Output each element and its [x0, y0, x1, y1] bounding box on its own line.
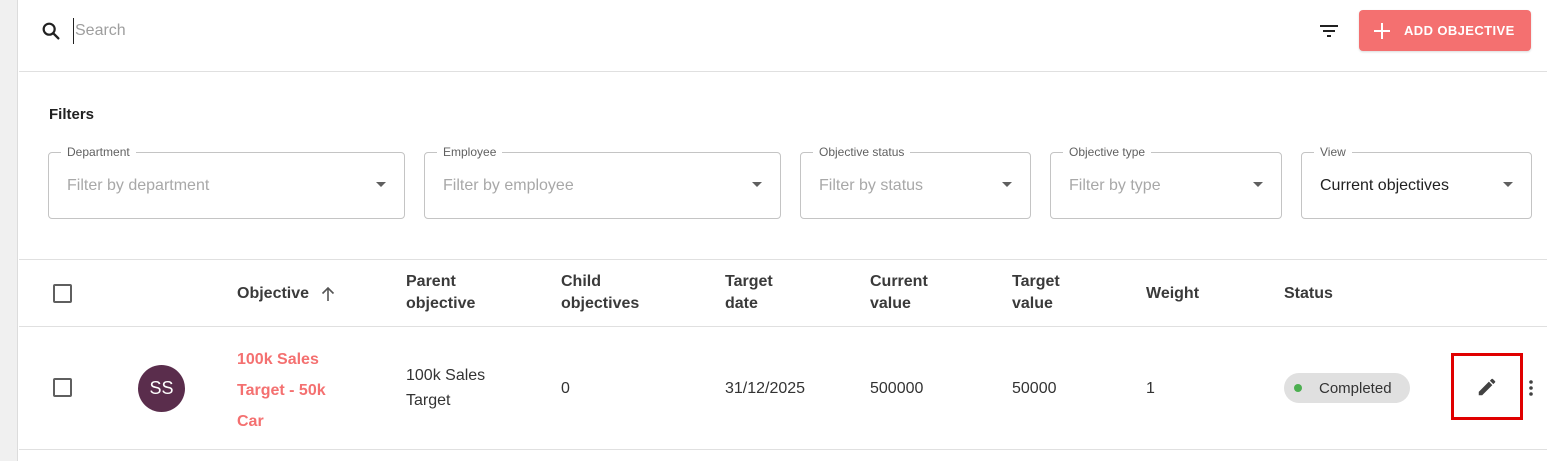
parent-objective-cell: 100k Sales Target — [406, 363, 485, 413]
objective-line: Target - 50k — [237, 382, 326, 399]
column-header-parent-objective[interactable]: Parent objective — [406, 271, 475, 315]
status-text: Completed — [1319, 379, 1392, 397]
column-header-status[interactable]: Status — [1284, 283, 1333, 305]
chevron-down-icon — [1002, 182, 1012, 187]
column-header-objective[interactable]: Objective — [237, 283, 309, 305]
objective-type-filter-label: Objective type — [1063, 145, 1152, 159]
edit-button[interactable] — [1451, 353, 1523, 420]
view-select[interactable]: View Current objectives — [1301, 145, 1532, 219]
select-all-checkbox[interactable] — [53, 284, 72, 303]
column-header-current-value[interactable]: Current value — [870, 271, 928, 315]
objective-status-filter[interactable]: Objective status Filter by status — [800, 145, 1031, 219]
header-line: objectives — [561, 295, 640, 312]
left-rail — [0, 0, 18, 461]
department-filter[interactable]: Department Filter by department — [48, 145, 405, 219]
objective-link[interactable]: 100k Sales Target - 50k Car — [237, 344, 357, 437]
arrow-up-icon[interactable] — [319, 285, 337, 303]
view-select-value: Current objectives — [1320, 177, 1449, 194]
header-line: Parent — [406, 273, 456, 290]
avatar: SS — [138, 365, 185, 412]
objective-line: 100k Sales — [237, 351, 319, 368]
department-filter-label: Department — [61, 145, 136, 159]
parent-line: Target — [406, 392, 451, 409]
objective-status-filter-value: Filter by status — [819, 177, 924, 194]
header-line: value — [1012, 295, 1053, 312]
table-row: SS 100k Sales Target - 50k Car 100k Sale… — [19, 327, 1547, 450]
add-objective-button[interactable]: ADD OBJECTIVE — [1359, 10, 1531, 51]
column-header-weight[interactable]: Weight — [1146, 283, 1199, 305]
employee-filter-value: Filter by employee — [443, 177, 574, 194]
objective-status-filter-label: Objective status — [813, 145, 911, 159]
add-objective-label: ADD OBJECTIVE — [1404, 23, 1515, 38]
search-toolbar: ADD OBJECTIVE — [19, 0, 1547, 72]
row-checkbox[interactable] — [53, 378, 72, 397]
status-dot — [1294, 384, 1302, 392]
pencil-icon — [1478, 378, 1496, 395]
chevron-down-icon — [376, 182, 386, 187]
search-input[interactable] — [73, 18, 673, 44]
header-line: Current — [870, 273, 928, 290]
objective-type-filter-value: Filter by type — [1069, 177, 1161, 194]
target-value-cell: 50000 — [1012, 380, 1057, 397]
header-line: Target — [725, 273, 773, 290]
status-badge: Completed — [1284, 373, 1410, 403]
chevron-down-icon — [1253, 182, 1263, 187]
column-header-child-objectives[interactable]: Child objectives — [561, 271, 639, 315]
parent-line: 100k Sales — [406, 367, 486, 384]
header-line: objective — [406, 295, 476, 312]
current-value-cell: 500000 — [870, 380, 924, 397]
more-vert-icon[interactable] — [1525, 377, 1537, 399]
column-header-target-date[interactable]: Target date — [725, 271, 773, 315]
department-filter-value: Filter by department — [67, 177, 210, 194]
header-line: value — [870, 295, 911, 312]
header-line: date — [725, 295, 758, 312]
child-objectives-cell: 0 — [561, 380, 570, 397]
search-icon — [42, 22, 60, 40]
employee-filter[interactable]: Employee Filter by employee — [424, 145, 781, 219]
plus-icon — [1374, 22, 1390, 39]
view-select-label: View — [1314, 145, 1352, 159]
header-line: Target — [1012, 273, 1060, 290]
objectives-panel: ADD OBJECTIVE Filters Department Filter … — [19, 0, 1547, 461]
chevron-down-icon — [752, 182, 762, 187]
chevron-down-icon — [1503, 182, 1513, 187]
weight-cell: 1 — [1146, 380, 1155, 397]
employee-filter-label: Employee — [437, 145, 503, 159]
filters-title: Filters — [49, 106, 95, 123]
table-header: Objective Parent objective Child objecti… — [19, 259, 1547, 327]
objective-line: Car — [237, 413, 264, 430]
filter-list-icon[interactable] — [1317, 19, 1341, 43]
objective-type-filter[interactable]: Objective type Filter by type — [1050, 145, 1282, 219]
header-line: Child — [561, 273, 601, 290]
target-date-cell: 31/12/2025 — [725, 380, 806, 397]
column-header-target-value[interactable]: Target value — [1012, 271, 1060, 315]
